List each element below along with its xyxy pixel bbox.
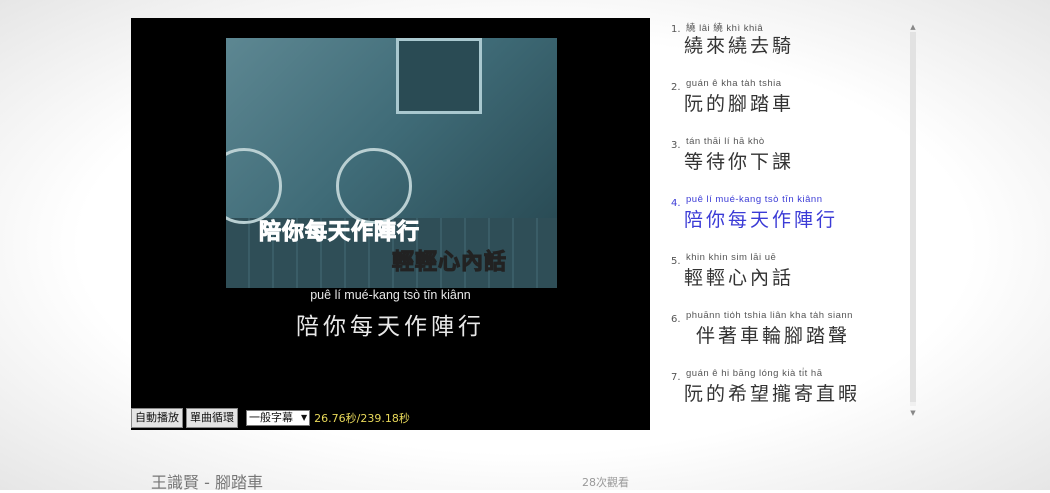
lyrics-list[interactable]: 1. 繞 lâi 繞 khì khiâ 繞來繞去騎 2. guán ê kha … xyxy=(665,18,915,428)
view-count: 28次觀看 xyxy=(582,476,629,489)
scroll-up-icon[interactable]: ▲ xyxy=(908,22,918,32)
lyric-pinyin: guán ê hi bāng lóng kià ti̍t hā xyxy=(686,368,823,379)
video-lyric-bottom: 輕輕心內話 xyxy=(391,250,508,276)
subtitle-mode-value: 一般字幕 xyxy=(249,411,293,424)
video-lyric-top: 陪你每天作陣行 xyxy=(258,220,421,246)
time-current: 26.76秒 xyxy=(314,412,357,425)
lyric-pinyin: khin khin sim lāi uē xyxy=(686,252,777,263)
subtitle-mode-select[interactable]: 一般字幕 ▼ xyxy=(246,410,311,426)
lyric-pinyin: tán thāi lí hā khò xyxy=(686,136,765,147)
lyric-pinyin: phuānn tio̍h tshia liân kha ta̍h siann xyxy=(686,310,853,321)
lyric-hanzi: 阮的腳踏車 xyxy=(684,93,795,115)
lyric-pinyin: guán ê kha ta̍h tshia xyxy=(686,78,782,89)
bike-wheel-icon xyxy=(226,148,282,224)
lyric-number: 5. xyxy=(671,256,681,267)
song-title: 王識賢 - 腳踏車 xyxy=(151,473,263,492)
lyrics-scrollbar[interactable]: ▲ ▼ xyxy=(908,22,918,420)
scroll-down-icon[interactable]: ▼ xyxy=(908,408,918,418)
lyric-hanzi: 輕輕心內話 xyxy=(684,267,795,289)
lyric-hanzi: 陪你每天作陣行 xyxy=(684,209,839,231)
single-loop-button[interactable]: 單曲循環 xyxy=(186,408,238,428)
video-frame[interactable]: 陪你每天作陣行 輕輕心內話 xyxy=(226,38,557,288)
bike-wheel-icon xyxy=(336,148,412,224)
subtitle-pinyin: puê lí mué-kang tsò tīn kiânn xyxy=(310,288,471,302)
player-controls: 自動播放 單曲循環 一般字幕 ▼ 26.76秒/239.18秒 xyxy=(131,408,410,428)
lyric-hanzi: 等待你下課 xyxy=(684,151,795,173)
lyric-number: 2. xyxy=(671,82,681,93)
subtitle-hanzi: 陪你每天作陣行 xyxy=(296,314,485,340)
autoplay-button[interactable]: 自動播放 xyxy=(131,408,183,428)
karaoke-player[interactable]: 陪你每天作陣行 輕輕心內話 puê lí mué-kang tsò tīn ki… xyxy=(131,18,650,430)
lyric-number: 3. xyxy=(671,140,681,151)
lyric-hanzi: 繞來繞去騎 xyxy=(684,35,795,57)
video-window-scenery xyxy=(396,38,482,114)
lyric-hanzi: 伴著車輪腳踏聲 xyxy=(696,325,851,347)
lyric-number: 4. xyxy=(671,198,681,209)
lyric-number: 7. xyxy=(671,372,681,383)
lyric-hanzi: 阮的希望攏寄直暇 xyxy=(684,383,861,405)
lyric-number: 1. xyxy=(671,24,681,35)
time-readout: 26.76秒/239.18秒 xyxy=(314,410,410,426)
time-total: 239.18秒 xyxy=(360,412,410,425)
chevron-down-icon: ▼ xyxy=(301,413,308,422)
scrollbar-thumb[interactable] xyxy=(910,32,916,402)
lyric-pinyin: puê lí mué-kang tsò tīn kiânn xyxy=(686,194,823,205)
lyric-number: 6. xyxy=(671,314,681,325)
